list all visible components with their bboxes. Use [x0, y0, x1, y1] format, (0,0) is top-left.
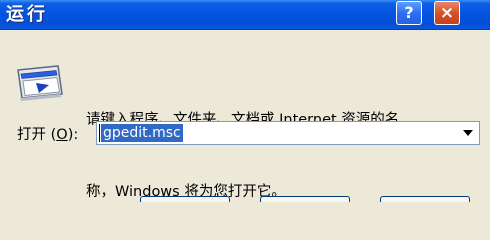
- open-label: 打开 (O):: [17, 125, 78, 145]
- close-icon: ×: [439, 3, 455, 23]
- chevron-down-icon[interactable]: [463, 130, 473, 136]
- browse-button[interactable]: [380, 196, 470, 202]
- window-title: 运行: [6, 4, 48, 25]
- title-bar[interactable]: 运行 ? ×: [0, 0, 490, 30]
- help-icon: ?: [404, 3, 414, 22]
- open-label-text: 打开 (: [17, 127, 57, 143]
- ok-button[interactable]: [140, 196, 230, 202]
- open-label-accesskey: O: [56, 127, 68, 143]
- close-button[interactable]: ×: [434, 1, 460, 25]
- run-program-icon: [17, 65, 63, 101]
- open-combo-box[interactable]: gpedit.msc: [96, 121, 480, 145]
- cancel-button[interactable]: [260, 196, 350, 202]
- open-combo-value[interactable]: gpedit.msc: [99, 124, 183, 142]
- open-label-end: ):: [67, 127, 79, 143]
- help-button[interactable]: ?: [396, 1, 422, 25]
- run-dialog-window: 运行 ? × 请键入程序、文件夹、文档或 Internet 资源的名 称，Win…: [0, 0, 490, 202]
